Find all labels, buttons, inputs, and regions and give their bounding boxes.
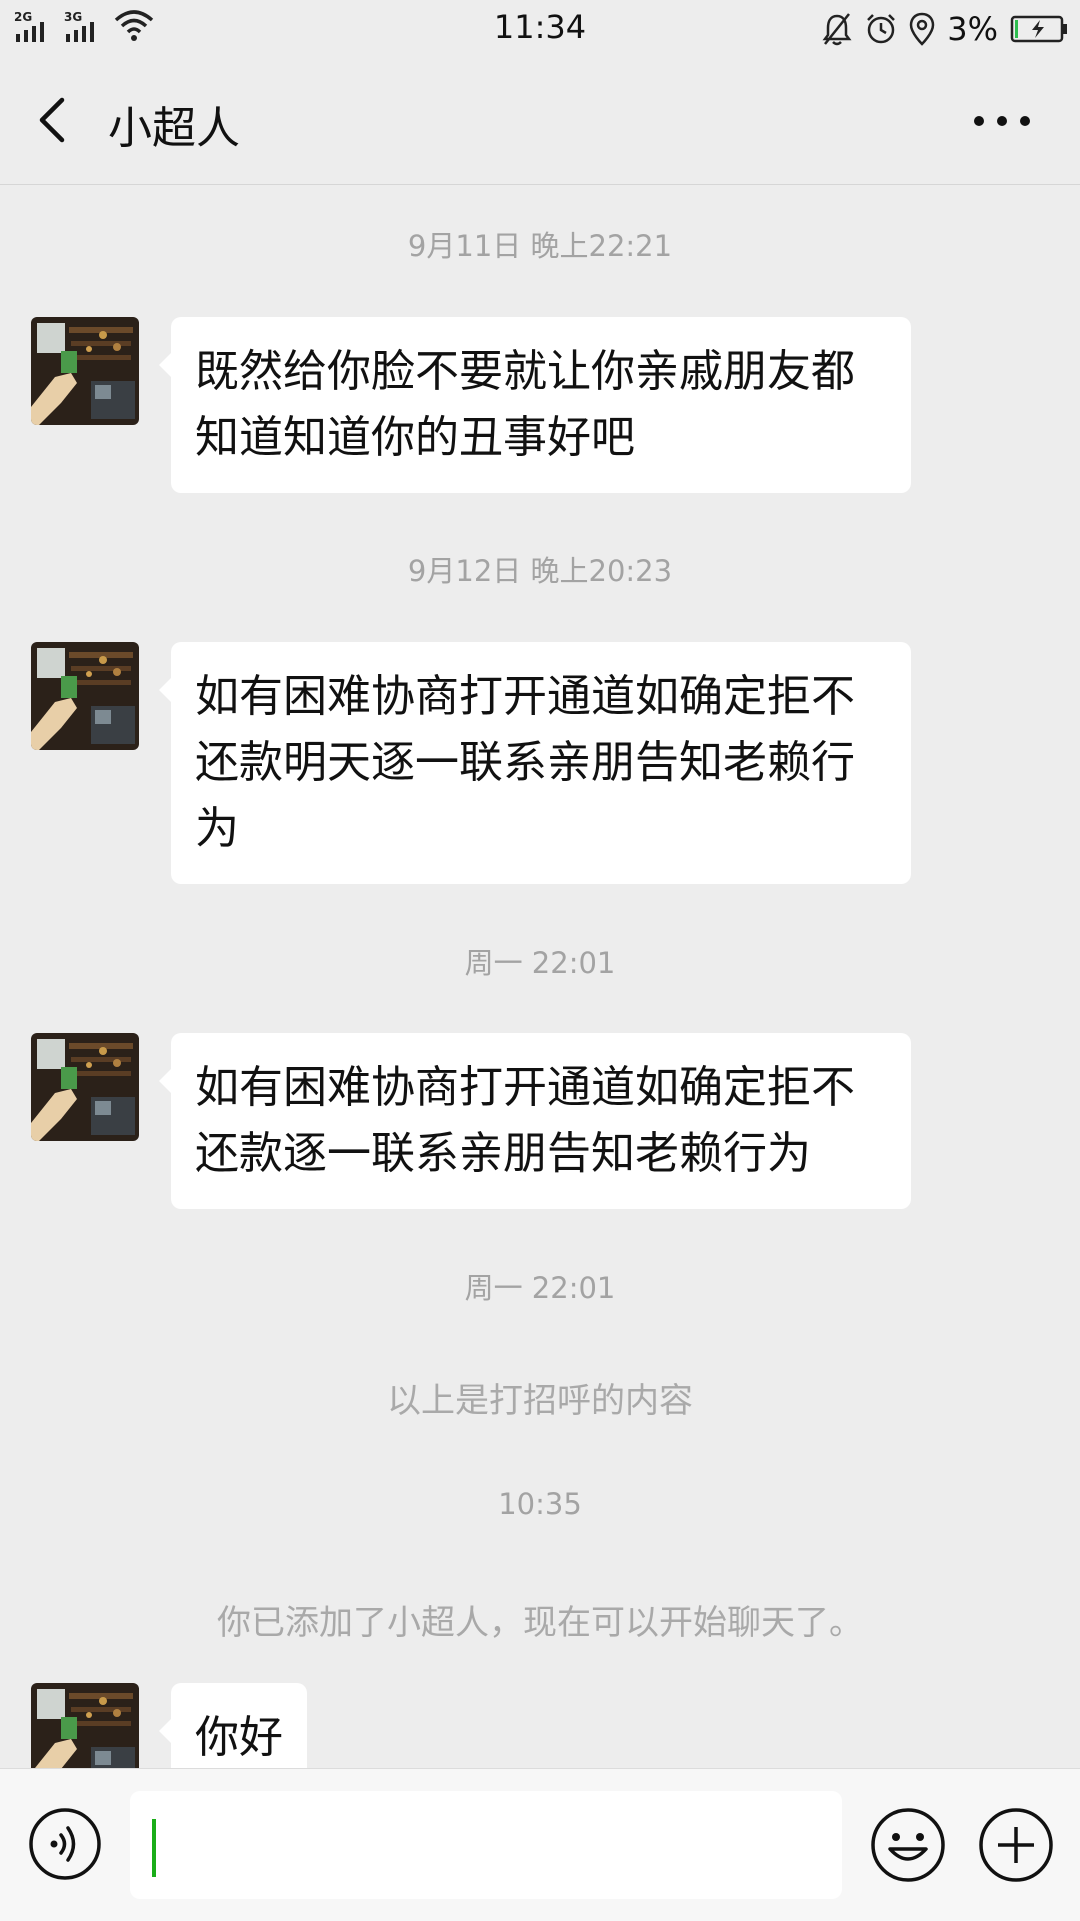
chat-header: 小超人 bbox=[0, 56, 1080, 185]
message-line: 还款明天逐一联系亲朋告知老赖行 bbox=[195, 737, 855, 788]
message-line: 既然给你脸不要就让你亲戚朋友都 bbox=[195, 346, 855, 397]
message-bubble[interactable]: 如有困难协商打开通道如确定拒不 还款明天逐一联系亲朋告知老赖行 为 bbox=[159, 642, 911, 884]
plus-icon[interactable] bbox=[978, 1807, 1054, 1883]
chat-title: 小超人 bbox=[108, 103, 240, 154]
message-input[interactable] bbox=[130, 1791, 842, 1899]
message-line: 为 bbox=[195, 803, 239, 854]
emoji-icon[interactable] bbox=[870, 1807, 946, 1883]
avatar[interactable] bbox=[31, 317, 139, 425]
alarm-icon bbox=[867, 14, 896, 44]
message-bubble[interactable]: 既然给你脸不要就让你亲戚朋友都 知道知道你的丑事好吧 bbox=[159, 317, 911, 493]
mute-bell-icon bbox=[822, 13, 852, 46]
location-icon bbox=[909, 12, 935, 46]
voice-icon[interactable] bbox=[28, 1807, 102, 1881]
input-bar bbox=[0, 1768, 1080, 1921]
status-bar-right: 3% bbox=[821, 10, 1068, 48]
status-bar: 2G 3G 11:34 3% bbox=[0, 0, 1080, 56]
chat-message-list[interactable]: 9月11日 晚上22:21 既然给你脸不要就让你亲戚朋友都 知道知道你的丑事好吧… bbox=[0, 185, 1080, 1768]
battery-percent: 3% bbox=[947, 10, 998, 48]
timestamp: 9月11日 晚上22:21 bbox=[407, 229, 673, 263]
avatar[interactable] bbox=[31, 1033, 139, 1141]
more-dots-icon[interactable] bbox=[974, 106, 1030, 136]
timestamp: 9月12日 晚上20:23 bbox=[407, 554, 673, 588]
message-line: 知道知道你的丑事好吧 bbox=[195, 412, 635, 463]
timestamp: 周一 22:01 bbox=[464, 1271, 616, 1305]
text-cursor bbox=[152, 1819, 156, 1877]
timestamp: 周一 22:01 bbox=[464, 946, 616, 980]
battery-charging-icon bbox=[1010, 15, 1067, 43]
system-notice: 你已添加了小超人，现在可以开始聊天了。 bbox=[217, 1603, 863, 1643]
message-line: 还款逐一联系亲朋告知老赖行为 bbox=[195, 1128, 811, 1179]
timestamp: 10:35 bbox=[498, 1487, 582, 1521]
message-line: 如有困难协商打开通道如确定拒不 bbox=[195, 671, 855, 722]
back-arrow-icon[interactable] bbox=[30, 94, 76, 146]
avatar[interactable] bbox=[31, 1683, 139, 1768]
system-notice: 以上是打招呼的内容 bbox=[387, 1381, 693, 1421]
message-line: 你好 bbox=[195, 1712, 283, 1763]
message-bubble[interactable]: 如有困难协商打开通道如确定拒不 还款逐一联系亲朋告知老赖行为 bbox=[159, 1033, 911, 1209]
message-line: 如有困难协商打开通道如确定拒不 bbox=[195, 1062, 855, 1113]
message-bubble[interactable]: 你好 bbox=[159, 1683, 307, 1768]
avatar[interactable] bbox=[31, 642, 139, 750]
